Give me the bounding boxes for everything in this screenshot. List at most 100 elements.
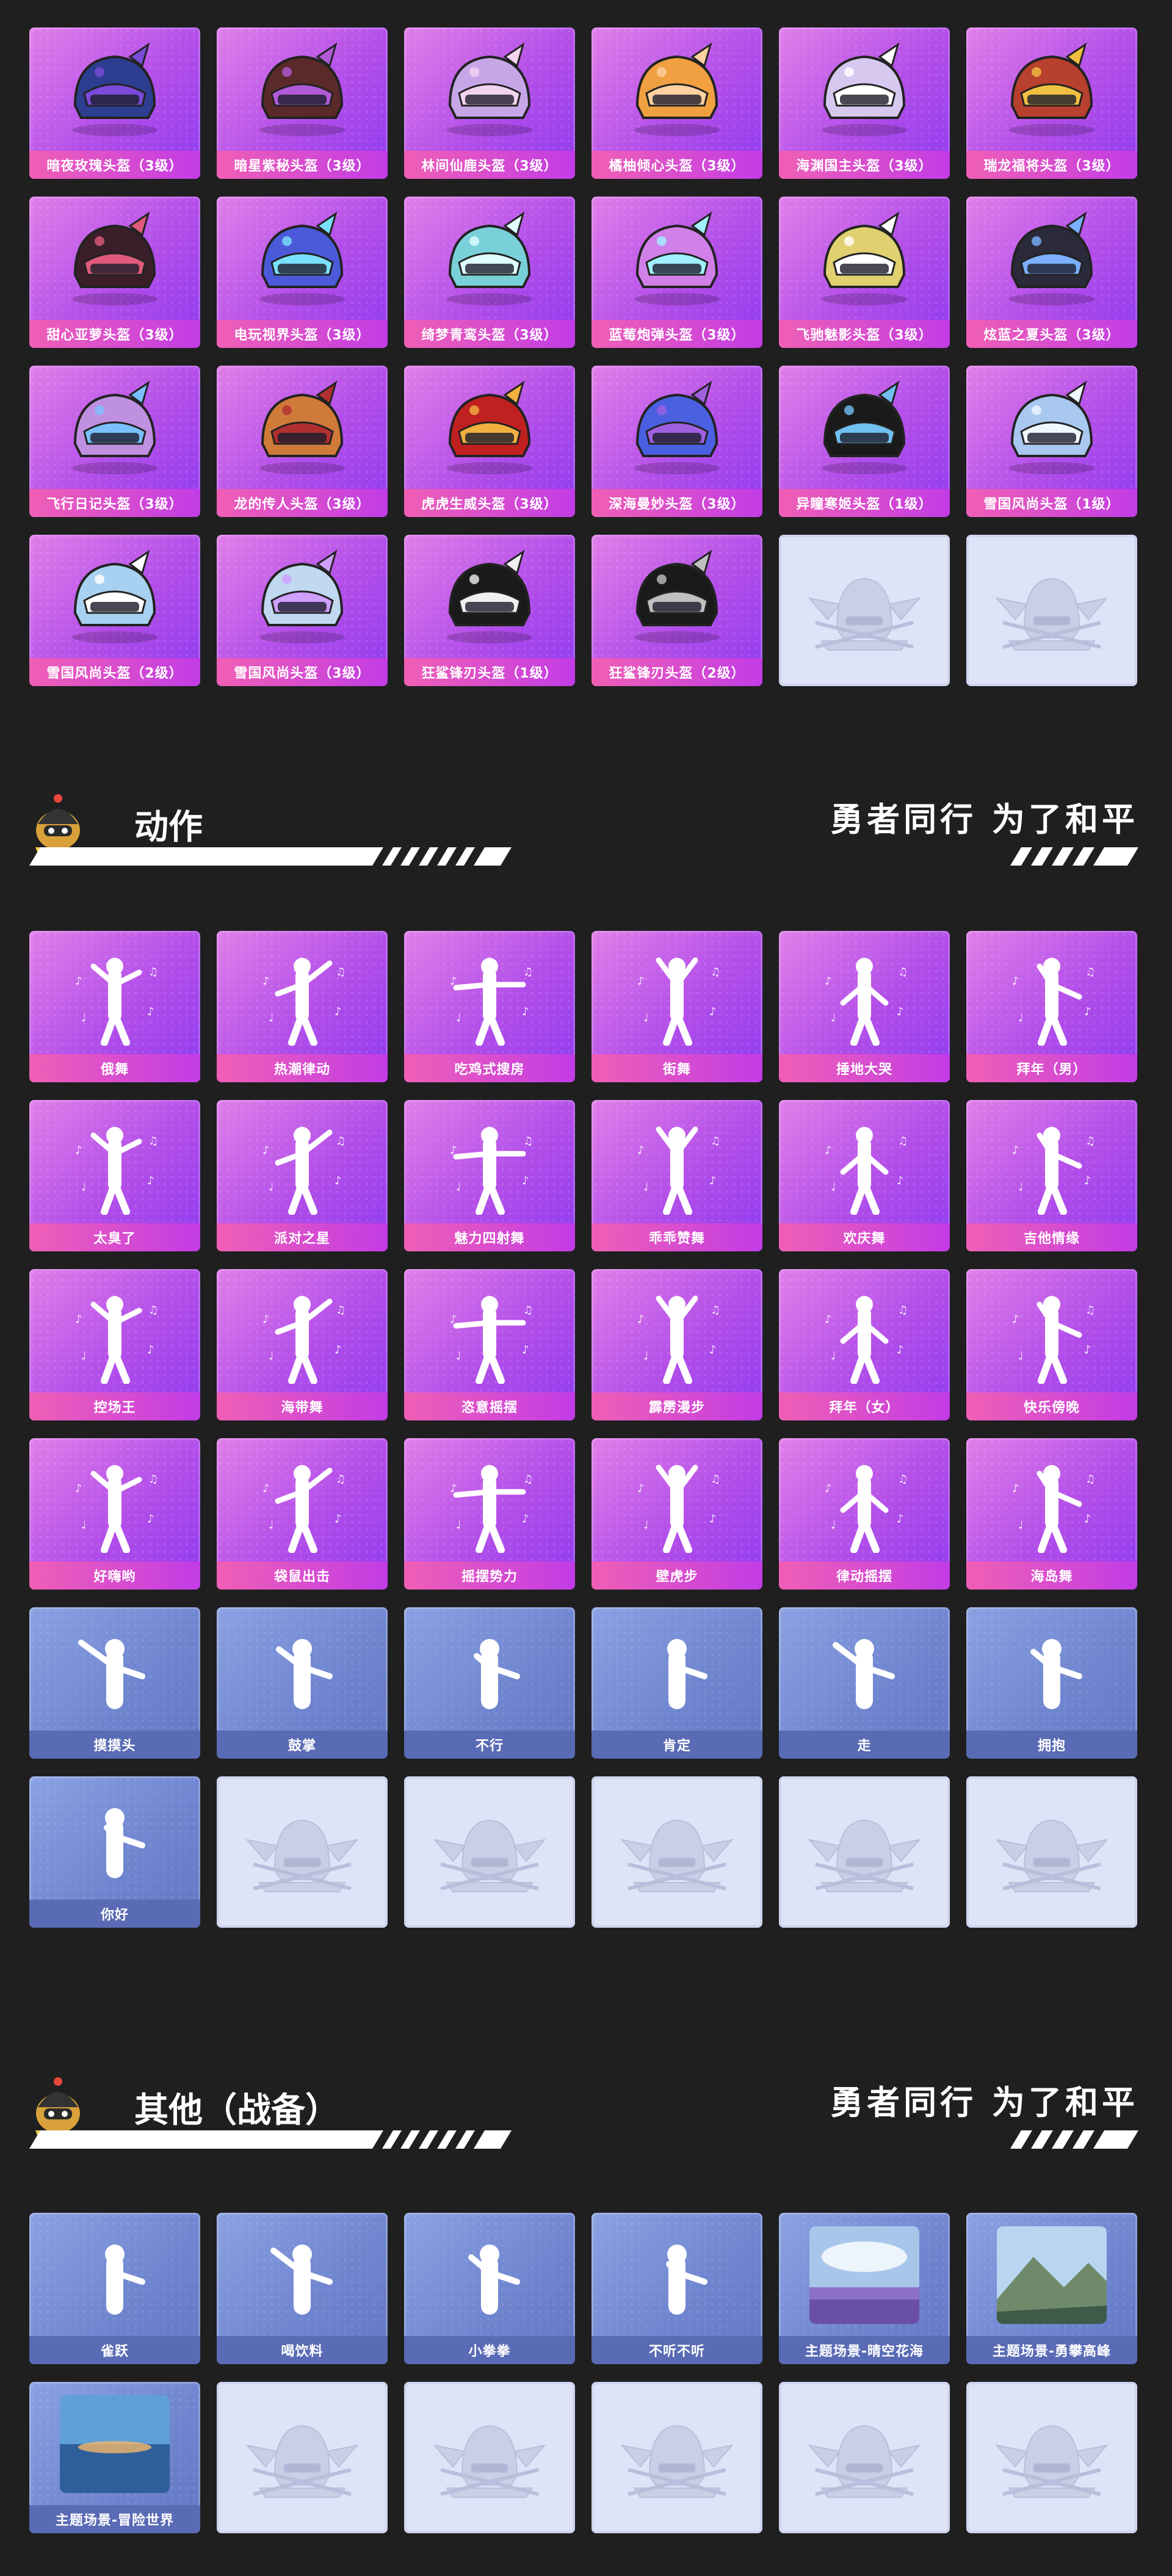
item-card[interactable]: 主题场景-冒险世界 [29,2382,200,2533]
dance-silhouette-icon: ♪ ♫ ♩ ♪ [1012,958,1095,1046]
item-card[interactable]: 绮梦青鸾头盔（3级） [404,197,575,348]
dance-silhouette-icon: ♪ ♫ ♩ ♪ [262,1127,345,1215]
item-label: 街舞 [591,1054,762,1082]
item-label: 摇摆势力 [404,1561,575,1590]
svg-text:♫: ♫ [148,1135,158,1148]
item-label: 不行 [404,1731,575,1759]
item-card[interactable]: 橘柚倾心头盔（3级） [591,27,762,179]
item-card[interactable]: 飞驰魅影头盔（3级） [779,197,950,348]
gesture-silhouette-icon [105,2245,145,2315]
item-card[interactable]: ♪ ♫ ♩ ♪ 欢庆舞 [779,1100,950,1251]
placeholder-emblem-icon [808,577,921,651]
svg-text:♫: ♫ [711,966,720,979]
item-card[interactable]: 主题场景-晴空花海 [779,2213,950,2364]
svg-text:♪: ♪ [262,1144,270,1157]
item-card[interactable]: 不行 [404,1607,575,1759]
item-card[interactable]: ♪ ♫ ♩ ♪ 壁虎步 [591,1438,762,1590]
item-card[interactable]: ♪ ♫ ♩ ♪ 摇摆势力 [404,1438,575,1590]
item-label: 摸摸头 [29,1731,200,1759]
svg-text:♪: ♪ [897,1005,904,1018]
item-card[interactable]: 你好 [29,1776,200,1928]
item-card[interactable]: ♪ ♫ ♩ ♪ 海带舞 [217,1269,388,1420]
item-label: 派对之星 [217,1223,388,1251]
svg-text:♩: ♩ [456,1181,461,1193]
item-card[interactable]: 瑞龙福将头盔（3级） [966,27,1137,179]
item-card[interactable]: ♪ ♫ ♩ ♪ 律动摇摆 [779,1438,950,1590]
item-card[interactable]: ♪ ♫ ♩ ♪ 恣意摇摆 [404,1269,575,1420]
item-card[interactable]: 雪国风尚头盔（2级） [29,535,200,686]
svg-text:♪: ♪ [450,975,457,988]
item-card[interactable]: ♪ ♫ ♩ ♪ 派对之星 [217,1100,388,1251]
item-card[interactable]: ♪ ♫ ♩ ♪ 拜年（男） [966,931,1137,1082]
page: 暗夜玫瑰头盔（3级） 暗星紫秘头盔（3级） 林间仙鹿头盔（3级） 橘柚倾心头盔（… [0,0,1172,2576]
item-card[interactable]: ♪ ♫ ♩ ♪ 霹雳漫步 [591,1269,762,1420]
item-label: 快乐傍晚 [966,1392,1137,1420]
item-card[interactable]: 林间仙鹿头盔（3级） [404,27,575,179]
item-card[interactable]: 龙的传人头盔（3级） [217,366,388,517]
item-card[interactable]: 蓝莓炮弹头盔（3级） [591,197,762,348]
empty-slot-card [779,535,950,686]
item-label: 喝饮料 [217,2336,388,2364]
item-card[interactable]: 电玩视界头盔（3级） [217,197,388,348]
item-card[interactable]: ♪ ♫ ♩ ♪ 热潮律动 [217,931,388,1082]
item-card[interactable]: ♪ ♫ ♩ ♪ 拜年（女） [779,1269,950,1420]
item-card[interactable]: ♪ ♫ ♩ ♪ 海岛舞 [966,1438,1137,1590]
item-card[interactable]: 鼓掌 [217,1607,388,1759]
item-card[interactable]: 走 [779,1607,950,1759]
item-label: 肯定 [591,1731,762,1759]
svg-text:♩: ♩ [643,1181,649,1193]
item-card[interactable]: 狂鲨锋刃头盔（1级） [404,535,575,686]
placeholder-emblem-icon [995,2425,1109,2498]
item-card[interactable]: 海渊国主头盔（3级） [779,27,950,179]
svg-text:♪: ♪ [1084,1344,1091,1356]
svg-text:♪: ♪ [1012,1144,1019,1157]
item-card[interactable]: ♪ ♫ ♩ ♪ 太臭了 [29,1100,200,1251]
item-card[interactable]: 虎虎生威头盔（3级） [404,366,575,517]
item-card[interactable]: 小拳拳 [404,2213,575,2364]
item-card[interactable]: 飞行日记头盔（3级） [29,366,200,517]
item-card[interactable]: 雪国风尚头盔（1级） [966,366,1137,517]
item-card[interactable]: 喝饮料 [217,2213,388,2364]
item-card[interactable]: ♪ ♫ ♩ ♪ 街舞 [591,931,762,1082]
item-card[interactable]: ♪ ♫ ♩ ♪ 快乐傍晚 [966,1269,1137,1420]
svg-text:♪: ♪ [825,1313,832,1326]
svg-text:♪: ♪ [75,1313,82,1326]
item-label: 拜年（男） [966,1054,1137,1082]
item-card[interactable]: ♪ ♫ ♩ ♪ 俄舞 [29,931,200,1082]
item-card[interactable]: 狂鲨锋刃头盔（2级） [591,535,762,686]
svg-text:♪: ♪ [450,1482,457,1495]
svg-text:♫: ♫ [1085,1304,1095,1317]
item-card[interactable]: ♪ ♫ ♩ ♪ 魅力四射舞 [404,1100,575,1251]
item-card[interactable]: ♪ ♫ ♩ ♪ 吃鸡式搜房 [404,931,575,1082]
helmet-icon [259,42,345,136]
item-card[interactable]: 暗夜玫瑰头盔（3级） [29,27,200,179]
item-card[interactable]: ♪ ♫ ♩ ♪ 控场王 [29,1269,200,1420]
item-card[interactable]: ♪ ♫ ♩ ♪ 好嗨哟 [29,1438,200,1590]
item-label: 拥抱 [966,1731,1137,1759]
item-card[interactable]: 不听不听 [591,2213,762,2364]
dance-silhouette-icon: ♪ ♫ ♩ ♪ [75,1127,158,1215]
item-card[interactable]: 深海曼妙头盔（3级） [591,366,762,517]
item-card[interactable]: 暗星紫秘头盔（3级） [217,27,388,179]
item-card[interactable]: 甜心亚萝头盔（3级） [29,197,200,348]
item-card[interactable]: 炫蓝之夏头盔（3级） [966,197,1137,348]
item-label: 主题场景-冒险世界 [29,2505,200,2533]
item-card[interactable]: ♪ ♫ ♩ ♪ 袋鼠出击 [217,1438,388,1590]
item-card[interactable]: ♪ ♫ ♩ ♪ 捶地大哭 [779,931,950,1082]
item-card[interactable]: ♪ ♫ ♩ ♪ 乖乖赞舞 [591,1100,762,1251]
placeholder-emblem-icon [245,2425,359,2498]
item-card[interactable]: 摸摸头 [29,1607,200,1759]
item-card[interactable]: 肯定 [591,1607,762,1759]
item-card[interactable]: ♪ ♫ ♩ ♪ 吉他情缘 [966,1100,1137,1251]
item-card[interactable]: 拥抱 [966,1607,1137,1759]
item-card[interactable]: 主题场景-勇攀高峰 [966,2213,1137,2364]
dance-silhouette-icon: ♪ ♫ ♩ ♪ [75,1465,158,1553]
item-card[interactable]: 雀跃 [29,2213,200,2364]
gesture-silhouette-icon [276,1639,333,1709]
section-title: 动作 [134,808,203,847]
item-card[interactable]: 异瞳寒姬头盔（1级） [779,366,950,517]
svg-text:♫: ♫ [336,966,345,979]
item-card[interactable]: 雪国风尚头盔（3级） [217,535,388,686]
gesture-silhouette-icon [666,2245,707,2315]
item-label: 瑞龙福将头盔（3级） [966,151,1137,179]
